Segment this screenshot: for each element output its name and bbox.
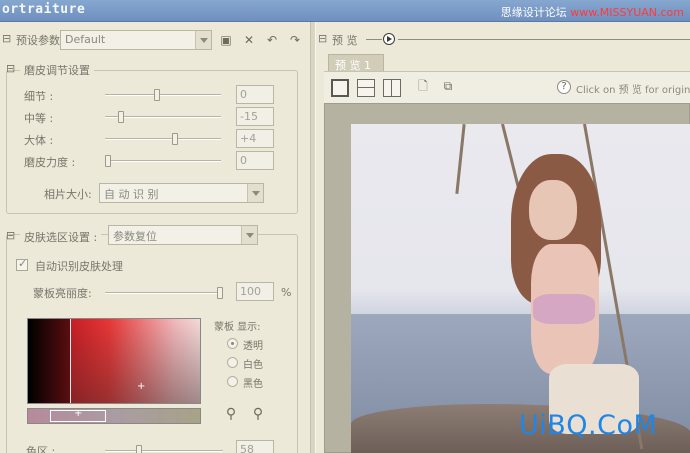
hue-label: 色区 :	[26, 445, 56, 453]
skin-legend: 皮肤选区设置 :	[20, 229, 102, 245]
slider-thumb[interactable]	[217, 287, 223, 299]
preview-photo	[351, 124, 690, 453]
hue-slider[interactable]	[105, 444, 223, 453]
opacity-value-field[interactable]: 100	[236, 282, 274, 301]
mask-white-radio[interactable]	[227, 357, 238, 368]
preset-label: 预设参数:	[16, 34, 64, 47]
undo-icon[interactable]: ↶	[264, 32, 280, 48]
mask-transparent-radio[interactable]	[227, 338, 238, 349]
detail-label: 细节 :	[24, 90, 54, 103]
photo-size-label: 相片大小:	[44, 188, 92, 201]
eyedropper-plus-icon[interactable]: ⚲	[250, 406, 266, 422]
skin-reset-value: 参数复位	[113, 230, 157, 243]
preview-panel: ⊟ 预 览 预 览 1 🗋 ⧉ ? Click on 预 览 for origi…	[316, 22, 690, 453]
opacity-label: 蒙板亮丽度:	[33, 287, 92, 300]
large-label: 大体 :	[24, 134, 54, 147]
slider-thumb[interactable]	[172, 133, 178, 145]
slider-thumb[interactable]	[136, 445, 142, 453]
chevron-down-icon	[241, 226, 257, 244]
mask-black-label: 黑色	[243, 379, 263, 390]
medium-slider[interactable]	[105, 110, 221, 124]
delete-icon[interactable]: ✕	[241, 32, 257, 48]
collapse-icon[interactable]: ⊟	[6, 229, 15, 242]
smoothing-legend: 磨皮调节设置	[20, 62, 94, 78]
medium-value-field[interactable]: -15	[236, 107, 274, 126]
split-vertical-button[interactable]	[383, 79, 401, 97]
single-view-button[interactable]	[331, 79, 349, 97]
collapse-icon[interactable]: ⊟	[318, 32, 327, 45]
eyedropper-icon[interactable]: ⚲	[223, 406, 239, 422]
preview-label: 预 览	[332, 34, 358, 47]
strength-value-field[interactable]: 0	[236, 151, 274, 170]
mask-transparent-label: 透明	[243, 341, 263, 352]
photo-size-value: 自 动 识 别	[104, 188, 159, 201]
tab-preview-1[interactable]: 预 览 1	[328, 54, 384, 72]
title-bar: ortraiture 思缘设计论坛 www.MISSYUAN.com	[0, 0, 690, 22]
split-horizontal-button[interactable]	[357, 79, 375, 97]
strength-label: 磨皮力度 :	[24, 156, 76, 169]
collapse-icon[interactable]: ⊟	[6, 62, 15, 75]
preview-toggle-button[interactable]	[383, 33, 395, 45]
watermark-prefix: 思缘设计论坛	[500, 6, 567, 19]
watermark-text: 思缘设计论坛 www.MISSYUAN.com	[501, 4, 684, 20]
brand-watermark: UiBQ.CoM	[519, 410, 658, 441]
auto-skin-checkbox[interactable]	[16, 257, 28, 271]
slider-thumb[interactable]	[154, 89, 160, 101]
preview-area[interactable]	[324, 103, 690, 453]
save-icon[interactable]: ▣	[218, 32, 234, 48]
skin-reset-select[interactable]: 参数复位	[108, 225, 258, 245]
redo-icon[interactable]: ↷	[287, 32, 303, 48]
preview-hint: Click on 预 览 for original	[576, 85, 690, 96]
picker-crosshair[interactable]: +	[137, 381, 145, 392]
help-icon[interactable]: ?	[557, 80, 571, 94]
large-slider[interactable]	[105, 132, 221, 146]
strength-slider[interactable]	[105, 154, 221, 168]
settings-panel: ⊟ 预设参数: Default ▣ ✕ ↶ ↷ ⊟ 磨皮调节设置 细节 : 0 …	[0, 22, 312, 453]
slider-thumb[interactable]	[118, 111, 124, 123]
preview-toolbar: 🗋 ⧉ ? Click on 预 览 for original	[324, 71, 690, 103]
mask-white-label: 白色	[243, 360, 263, 371]
hue-value-field[interactable]: 58	[236, 440, 274, 453]
mask-black-radio[interactable]	[227, 376, 238, 387]
medium-label: 中等 :	[24, 112, 54, 125]
collapse-icon[interactable]: ⊟	[2, 32, 11, 45]
opacity-slider[interactable]	[105, 286, 223, 300]
chevron-down-icon	[247, 184, 263, 202]
detail-value-field[interactable]: 0	[236, 85, 274, 104]
slider-thumb[interactable]	[105, 155, 111, 167]
window-title: ortraiture	[2, 2, 86, 17]
color-picker[interactable]: +	[27, 318, 201, 404]
detail-slider[interactable]	[105, 88, 221, 102]
watermark-url: www.MISSYUAN.com	[570, 6, 684, 19]
photo-size-select[interactable]: 自 动 识 别	[99, 183, 264, 203]
preset-select[interactable]: Default	[60, 30, 212, 50]
mask-display-label: 蒙板 显示:	[214, 322, 261, 333]
hue-selection[interactable]	[50, 408, 106, 422]
chevron-down-icon	[195, 31, 211, 49]
copy-preview-icon[interactable]: ⧉	[440, 78, 456, 94]
preset-value: Default	[65, 33, 106, 46]
opacity-unit: %	[281, 286, 292, 299]
auto-skin-label: 自动识别皮肤处理	[35, 260, 123, 273]
hue-strip[interactable]	[27, 408, 201, 424]
large-value-field[interactable]: +4	[236, 129, 274, 148]
new-preview-icon[interactable]: 🗋	[415, 78, 431, 94]
